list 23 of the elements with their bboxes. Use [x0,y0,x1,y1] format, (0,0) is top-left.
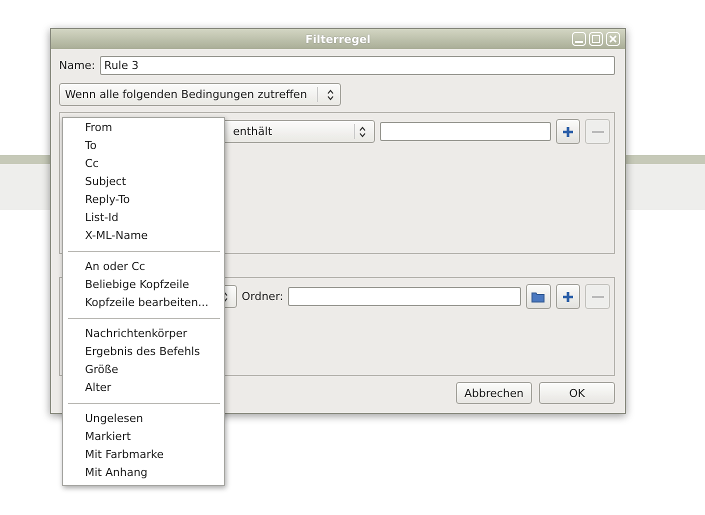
name-label: Name: [59,59,96,72]
menu-item[interactable]: Markiert [63,428,224,446]
menu-item[interactable]: X-ML-Name [63,227,224,245]
cancel-button[interactable]: Abbrechen [456,382,532,404]
menu-item[interactable]: Kopfzeile bearbeiten... [63,294,224,312]
menu-item[interactable]: Nachrichtenkörper [63,325,224,343]
menu-item[interactable]: Alter [63,379,224,397]
menu-item[interactable]: Cc [63,155,224,173]
menu-item[interactable]: Beliebige Kopfzeile [63,276,224,294]
menu-item[interactable]: List-Id [63,209,224,227]
folder-label: Ordner: [242,290,284,303]
ok-button[interactable]: OK [539,382,615,404]
menu-item[interactable]: Mit Anhang [63,464,224,482]
window-title: Filterregel [305,32,371,46]
menu-item[interactable]: Ergebnis des Befehls [63,343,224,361]
menu-item[interactable]: Ungelesen [63,410,224,428]
menu-item[interactable]: Reply-To [63,191,224,209]
menu-item[interactable]: Mit Farbmarke [63,446,224,464]
match-dropdown[interactable]: Wenn alle folgenden Bedingungen zutreffen [59,83,342,106]
menu-item[interactable]: Größe [63,361,224,379]
menu-item[interactable]: Subject [63,173,224,191]
name-field[interactable]: Rule 3 [100,56,615,75]
menu-item[interactable]: An oder Cc [63,258,224,276]
